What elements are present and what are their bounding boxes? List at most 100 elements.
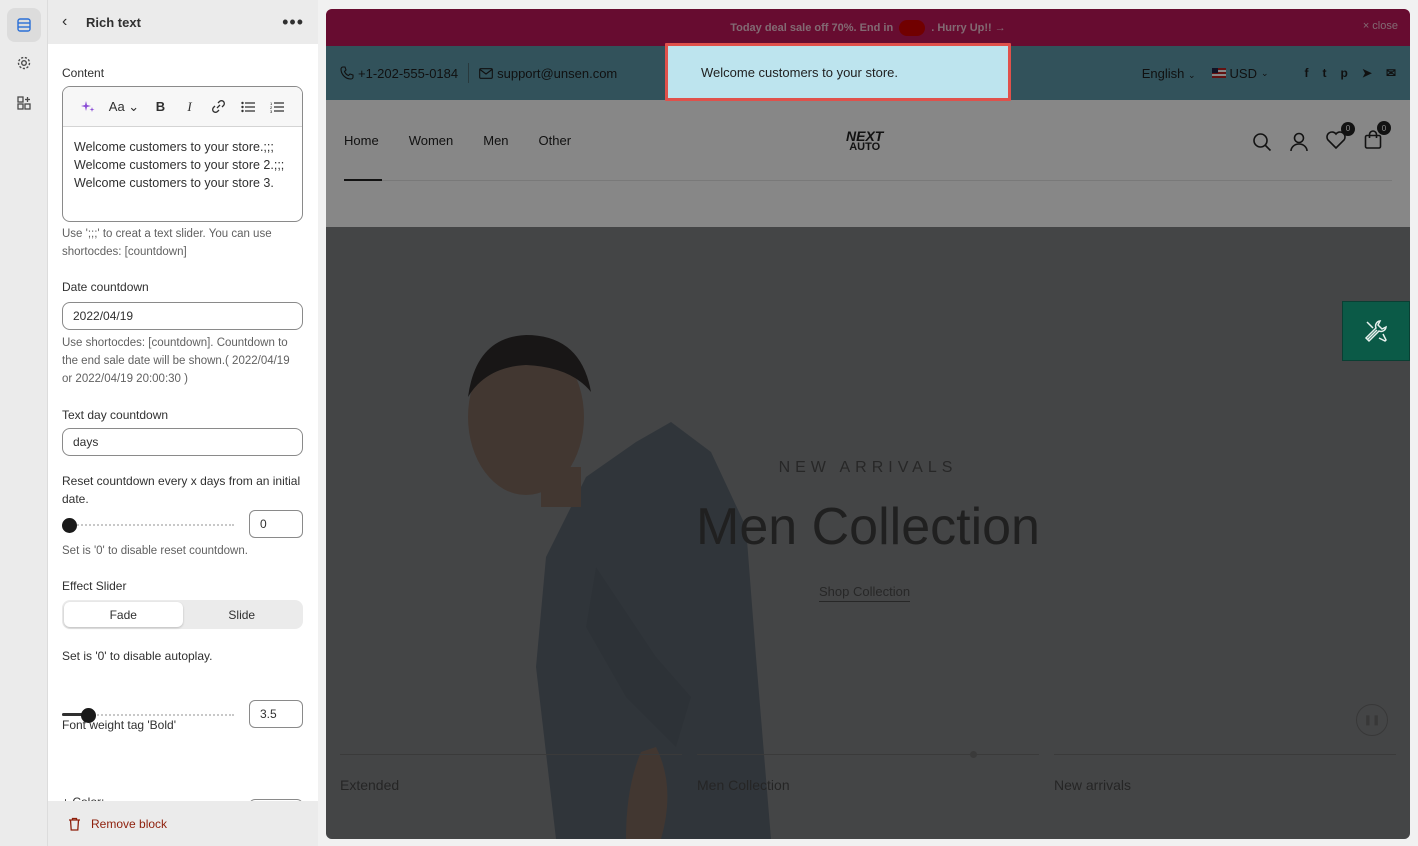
hero-title: Men Collection xyxy=(696,498,1040,556)
wishlist-count: 0 xyxy=(1341,121,1355,136)
social-links: f t p ➤ ✉ xyxy=(1305,66,1396,80)
content-hint: Use ';;;' to creat a text slider. You ca… xyxy=(62,228,272,258)
slide-tab-2[interactable]: Men Collection xyxy=(697,751,1039,794)
tools-icon xyxy=(1364,320,1387,343)
us-flag-icon xyxy=(1211,68,1226,78)
svg-text:3: 3 xyxy=(270,109,273,113)
divider xyxy=(468,63,470,83)
panel-footer: Remove block xyxy=(48,801,318,846)
ai-sparkle-icon[interactable] xyxy=(73,95,102,119)
slide-tab-label: Men Collection xyxy=(697,777,790,793)
nav-home[interactable]: Home xyxy=(344,133,379,148)
panel-title: Rich text xyxy=(86,14,141,30)
sections-icon[interactable] xyxy=(7,8,41,42)
numbered-list-icon[interactable]: 123 xyxy=(262,95,291,119)
nav-other[interactable]: Other xyxy=(539,133,572,148)
cart-count: 0 xyxy=(1377,121,1391,135)
slider-thumb[interactable] xyxy=(62,518,77,533)
text-day-label: Text day countdown xyxy=(62,408,169,422)
nav-divider xyxy=(344,180,1392,181)
currency-selector[interactable]: USD ⌄ xyxy=(1211,65,1269,81)
search-icon[interactable] xyxy=(1252,132,1272,152)
support-email[interactable]: support@unsen.com xyxy=(497,66,617,81)
slide-tab-3[interactable]: New arrivals xyxy=(1054,754,1396,794)
reset-countdown-value[interactable]: 0 xyxy=(249,510,303,538)
account-icon[interactable] xyxy=(1290,132,1308,152)
twitter-icon[interactable]: t xyxy=(1323,66,1327,80)
left-rail xyxy=(0,0,48,846)
nav-men[interactable]: Men xyxy=(483,133,508,148)
countdown-pill xyxy=(899,19,926,36)
store-logo[interactable]: NEXT AUTO xyxy=(846,129,883,153)
bullet-list-icon[interactable] xyxy=(233,95,262,119)
logo-bottom: AUTO xyxy=(849,141,881,153)
autoplay-label: Set is '0' to disable autoplay. xyxy=(62,649,213,663)
cart-button[interactable]: 0 xyxy=(1364,121,1391,154)
chevron-down-icon: ⌄ xyxy=(1260,67,1269,78)
remove-block-button[interactable]: Remove block xyxy=(68,817,167,831)
editor-toolbar: Aa ⌄ B I 123 xyxy=(63,87,302,127)
effect-option-fade[interactable]: Fade xyxy=(64,602,183,627)
date-countdown-hint: Use shortocdes: [countdown]. Countdown t… xyxy=(62,337,290,385)
link-icon[interactable] xyxy=(204,95,233,119)
italic-icon[interactable]: I xyxy=(175,95,204,119)
phone-number[interactable]: +1-202-555-0184 xyxy=(358,66,458,81)
color-section-toggle[interactable]: + Color: xyxy=(62,793,303,801)
effect-option-slide[interactable]: Slide xyxy=(183,602,302,627)
reset-countdown-label: Reset countdown every x days from an ini… xyxy=(62,474,301,506)
reset-countdown-hint: Set is '0' to disable reset countdown. xyxy=(62,545,248,557)
store-preview: Today deal sale off 70%. End in . Hurry … xyxy=(326,9,1410,839)
promo-close-button[interactable]: × close xyxy=(1363,20,1398,32)
more-options-icon[interactable]: ••• xyxy=(282,12,304,33)
promo-bar: Today deal sale off 70%. End in . Hurry … xyxy=(326,9,1410,46)
settings-gear-icon[interactable] xyxy=(7,46,41,80)
mail-icon xyxy=(479,67,493,79)
back-arrow-icon[interactable]: ‹ xyxy=(62,13,82,31)
promo-text-post: . Hurry Up!! → xyxy=(931,21,1006,34)
font-weight-label: Font weight tag 'Bold' xyxy=(62,718,176,732)
slide-tab-label: Extended xyxy=(340,777,400,793)
text-day-input[interactable]: days xyxy=(62,428,303,456)
trash-icon xyxy=(69,817,80,831)
facebook-icon[interactable]: f xyxy=(1305,66,1309,80)
effect-slider-toggle: Fade Slide xyxy=(62,600,303,629)
topbar-right: English ⌄ USD ⌄ f t p ➤ ✉ xyxy=(1142,66,1396,81)
apps-icon[interactable] xyxy=(7,86,41,120)
content-label: Content xyxy=(62,66,105,80)
bold-icon[interactable]: B xyxy=(146,95,175,119)
nav-icons: 0 0 xyxy=(1252,121,1391,154)
date-countdown-input[interactable]: 2022/04/19 xyxy=(62,302,303,330)
customize-tools-button[interactable] xyxy=(1342,301,1410,361)
editor-content[interactable]: Welcome customers to your store.;;; Welc… xyxy=(63,127,302,221)
currency-value: USD xyxy=(1229,65,1257,81)
slider-track xyxy=(62,524,234,526)
language-value: English xyxy=(1141,65,1185,81)
hero-subtitle: NEW ARRIVALS xyxy=(778,459,958,476)
slide-progress-dot xyxy=(970,751,977,758)
telegram-icon[interactable]: ➤ xyxy=(1362,66,1372,80)
hero-slideshow: NEW ARRIVALS Men Collection Shop Collect… xyxy=(326,227,1410,839)
nav-women[interactable]: Women xyxy=(409,133,454,148)
welcome-text: Welcome customers to your store. xyxy=(701,64,898,80)
selected-announcement-block[interactable]: Welcome customers to your store. xyxy=(665,43,1011,101)
nav-links: Home Women Men Other xyxy=(344,133,571,148)
email-icon[interactable]: ✉ xyxy=(1386,66,1396,80)
rich-text-editor[interactable]: Aa ⌄ B I 123 Welcome customers to your s… xyxy=(62,86,303,222)
effect-slider-label: Effect Slider xyxy=(62,579,127,593)
settings-panel: Content Aa ⌄ B I 123 Welcome customers t… xyxy=(48,44,318,801)
date-countdown-label: Date countdown xyxy=(62,280,149,294)
phone-icon xyxy=(340,66,354,80)
wishlist-button[interactable]: 0 xyxy=(1326,121,1355,154)
slide-tab-1[interactable]: Extended xyxy=(340,754,682,794)
panel-header: ‹ Rich text ••• xyxy=(48,0,318,44)
reset-countdown-slider[interactable]: 0 xyxy=(62,509,303,539)
pinterest-icon[interactable]: p xyxy=(1341,66,1348,80)
nav-active-underline xyxy=(344,179,382,181)
main-navbar: Home Women Men Other NEXT AUTO 0 0 xyxy=(326,100,1410,190)
slide-tab-label: New arrivals xyxy=(1054,777,1132,793)
pause-icon[interactable]: ❚❚ xyxy=(1356,704,1388,736)
shop-collection-link[interactable]: Shop Collection xyxy=(819,584,911,602)
text-style-dropdown[interactable]: Aa ⌄ xyxy=(102,95,146,119)
chevron-down-icon: ⌄ xyxy=(1187,69,1196,80)
language-selector[interactable]: English ⌄ xyxy=(1142,66,1196,81)
